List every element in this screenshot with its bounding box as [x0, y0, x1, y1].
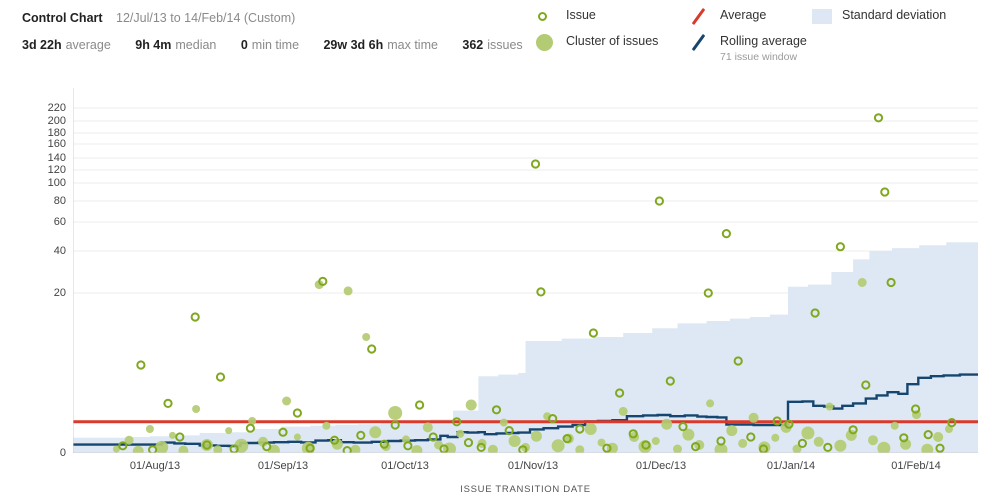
y-tick-label: 60 — [53, 216, 66, 228]
legend-column-lines: Average Rolling average 71 issue window — [690, 7, 807, 63]
chart-canvas — [73, 88, 978, 453]
page-title: Control Chart — [22, 11, 103, 25]
stat-max-time-label: max time — [387, 38, 438, 52]
date-range-label: 12/Jul/13 to 14/Feb/14 (Custom) — [116, 11, 296, 25]
chart-header: Control Chart 12/Jul/13 to 14/Feb/14 (Cu… — [22, 9, 295, 27]
x-tick-label: 01/Jan/14 — [766, 460, 816, 472]
x-tick-label: 01/Sep/13 — [257, 460, 309, 472]
legend-label-average: Average — [720, 8, 767, 22]
x-tick-label: 01/Dec/13 — [635, 460, 687, 472]
legend-label-rolling-average: Rolling average — [720, 34, 807, 48]
y-tick-label: 220 — [47, 102, 66, 114]
x-tick-label: 01/Feb/14 — [891, 460, 941, 472]
legend-item-rolling-average[interactable]: Rolling average 71 issue window — [690, 33, 807, 63]
stat-median-label: median — [175, 38, 217, 52]
rolling-average-line-icon — [690, 33, 720, 52]
stat-issues-label: issues — [487, 38, 523, 52]
x-tick-label: 01/Nov/13 — [507, 460, 559, 472]
y-tick-label: 0 — [59, 447, 66, 459]
stat-median: 9h 4m median — [135, 38, 216, 52]
y-tick-label: 20 — [53, 287, 66, 299]
stat-min-time-label: min time — [251, 38, 300, 52]
y-tick-label: 180 — [47, 127, 66, 139]
stat-issues: 362 issues — [462, 38, 522, 52]
stat-median-value: 9h 4m — [135, 38, 172, 52]
control-chart-page: Control Chart 12/Jul/13 to 14/Feb/14 (Cu… — [0, 0, 999, 501]
legend-item-average[interactable]: Average — [690, 7, 807, 34]
chart-plot-area[interactable]: ISSUE TRANSITION DATE 01/Aug/13 01/Sep/13… — [73, 88, 978, 495]
average-line-icon — [690, 7, 720, 26]
stat-min-time: 0 min time — [241, 38, 299, 52]
y-tick-label: 100 — [47, 177, 66, 189]
x-tick-label: 01/Aug/13 — [129, 460, 181, 472]
y-tick-label: 140 — [47, 152, 66, 164]
summary-stats: 3d 22h average 9h 4m median 0 min time 29w … — [22, 36, 543, 54]
y-tick-label: 200 — [47, 115, 66, 127]
legend-sublabel-rolling-window: 71 issue window — [720, 51, 798, 63]
stat-average-value: 3d 22h — [22, 38, 62, 52]
y-tick-label: 40 — [53, 245, 66, 257]
cluster-marker-icon — [536, 33, 566, 51]
y-tick-label: 80 — [53, 195, 66, 207]
x-tick-label: 01/Oct/13 — [381, 460, 429, 472]
standard-deviation-swatch-icon — [812, 8, 842, 24]
stat-min-time-value: 0 — [240, 38, 248, 52]
legend-label-standard-deviation: Standard deviation — [842, 8, 947, 22]
issue-marker-icon — [536, 8, 566, 24]
stat-average: 3d 22h average — [22, 38, 111, 52]
y-tick-label: 160 — [47, 138, 66, 150]
x-axis-title: ISSUE TRANSITION DATE — [460, 484, 591, 495]
stat-issues-value: 362 — [462, 38, 484, 52]
legend-label-cluster: Cluster of issues — [566, 34, 659, 48]
legend-column-band: Standard deviation — [812, 8, 946, 34]
legend-item-cluster[interactable]: Cluster of issues — [536, 33, 659, 60]
stat-max-time-value: 29w 3d 6h — [323, 38, 384, 52]
stat-average-label: average — [65, 38, 111, 52]
legend-item-issue[interactable]: Issue — [536, 8, 658, 34]
stat-max-time: 29w 3d 6h max time — [323, 38, 437, 52]
legend-item-standard-deviation[interactable]: Standard deviation — [812, 8, 946, 34]
legend-column-markers: Issue Cluster of issues — [536, 8, 658, 60]
y-tick-label: 120 — [47, 164, 66, 176]
y-axis: ELAPSED TIME (DAYS) 02040608010012014016… — [0, 88, 73, 459]
legend-label-issue: Issue — [566, 8, 596, 22]
